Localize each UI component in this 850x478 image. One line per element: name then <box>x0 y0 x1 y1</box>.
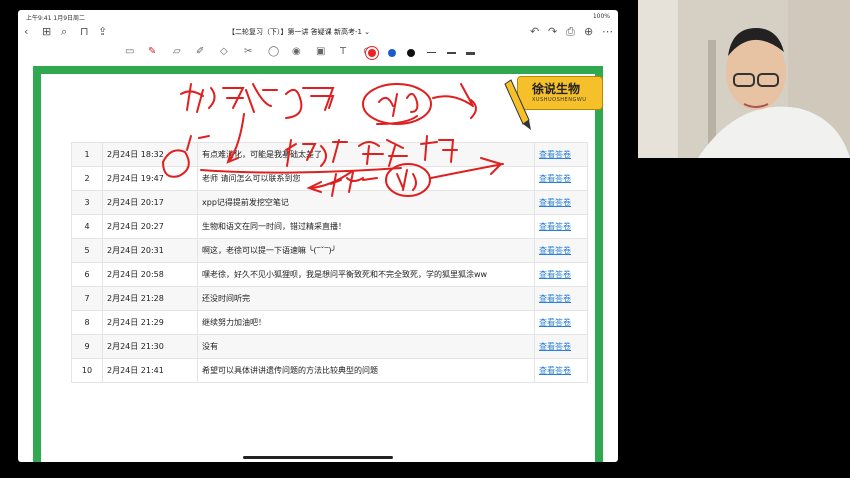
share-icon[interactable]: ⇪ <box>98 25 107 38</box>
ipad-screen: 上午9:41 1月9日周二 100% ‹ ⊞ ⌕ ⊓ ⇪ 【二轮复习（下）】第一… <box>18 10 618 462</box>
ink-stroke <box>285 87 335 119</box>
ink-stroke <box>378 92 419 117</box>
undo-icon[interactable]: ↶ <box>530 25 539 38</box>
ink-stroke <box>200 167 402 174</box>
thin-stroke-option[interactable] <box>427 52 436 53</box>
lasso-icon[interactable]: ✂ <box>244 46 252 57</box>
ink-stroke <box>245 83 278 113</box>
ink-stroke <box>306 171 352 193</box>
redo-icon[interactable]: ↷ <box>548 25 557 38</box>
pencil-body <box>504 79 530 125</box>
ink-stroke <box>396 169 417 191</box>
ink-stroke <box>330 171 378 197</box>
grid-icon[interactable]: ⊞ <box>42 25 51 38</box>
reader-icon[interactable]: ▭ <box>125 46 134 57</box>
image-icon[interactable]: ▣ <box>316 46 325 57</box>
ink-stroke <box>222 87 245 109</box>
home-indicator[interactable] <box>243 456 393 459</box>
document-title[interactable]: 【二轮复习（下）】第一讲 答疑课 新高考-1 ⌄ <box>228 27 370 37</box>
more-icon[interactable]: ⋯ <box>602 25 613 38</box>
pencil-drawing <box>504 79 531 130</box>
text-icon[interactable]: T <box>340 46 346 57</box>
status-bar: 上午9:41 1月9日周二 100% <box>18 10 618 22</box>
highlighter-icon[interactable]: ✐ <box>196 46 204 57</box>
slide-frame: 徐说生物 XUSHUOSHENGWU 1 2月24日 18:32 有点难消化，可能是… <box>33 66 603 462</box>
drawing-toolbar: ▭ ✎ ▱ ✐ ◇ ✂ ◯ ◉ ▣ T ⊘ <box>18 44 618 62</box>
ink-stroke <box>358 139 408 167</box>
search-icon[interactable]: ⌕ <box>61 25 67 39</box>
webcam-view <box>638 0 850 158</box>
ink-stroke <box>186 135 210 151</box>
eraser-icon[interactable]: ▱ <box>173 46 181 57</box>
export-icon[interactable]: ⎙ <box>566 25 575 39</box>
color-blue-swatch[interactable] <box>388 49 396 57</box>
ink-circle <box>385 163 431 197</box>
ink-circle <box>362 83 432 125</box>
thick-stroke-option[interactable] <box>466 52 475 55</box>
color-black-swatch[interactable] <box>407 49 415 57</box>
ink-stroke <box>226 113 245 164</box>
status-battery: 100% <box>592 13 610 20</box>
comment-icon[interactable]: ◯ <box>268 46 279 57</box>
ink-stroke <box>430 157 504 179</box>
app-navbar: ‹ ⊞ ⌕ ⊓ ⇪ 【二轮复习（下）】第一讲 答疑课 新高考-1 ⌄ ↶ ↷ ⎙… <box>18 22 618 42</box>
pen-icon[interactable]: ✎ <box>148 46 156 57</box>
bookmark-icon[interactable]: ⊓ <box>80 25 89 38</box>
ink-stroke <box>162 149 190 178</box>
add-page-icon[interactable]: ⊕ <box>584 25 593 38</box>
camera-icon[interactable]: ◉ <box>292 46 301 57</box>
ink-stroke <box>432 83 474 107</box>
ink-stroke <box>180 83 216 113</box>
ink-stroke <box>285 139 348 167</box>
back-icon[interactable]: ‹ <box>24 25 28 38</box>
slide-content: 徐说生物 XUSHUOSHENGWU 1 2月24日 18:32 有点难消化，可能是… <box>41 74 603 462</box>
webcam-video <box>638 0 850 158</box>
color-red-swatch[interactable] <box>368 49 376 57</box>
handwriting-annotations <box>162 79 531 197</box>
shapes-icon[interactable]: ◇ <box>220 46 228 57</box>
status-time: 上午9:41 1月9日周二 <box>26 15 86 22</box>
medium-stroke-option[interactable] <box>447 52 456 54</box>
ink-stroke <box>420 135 458 163</box>
